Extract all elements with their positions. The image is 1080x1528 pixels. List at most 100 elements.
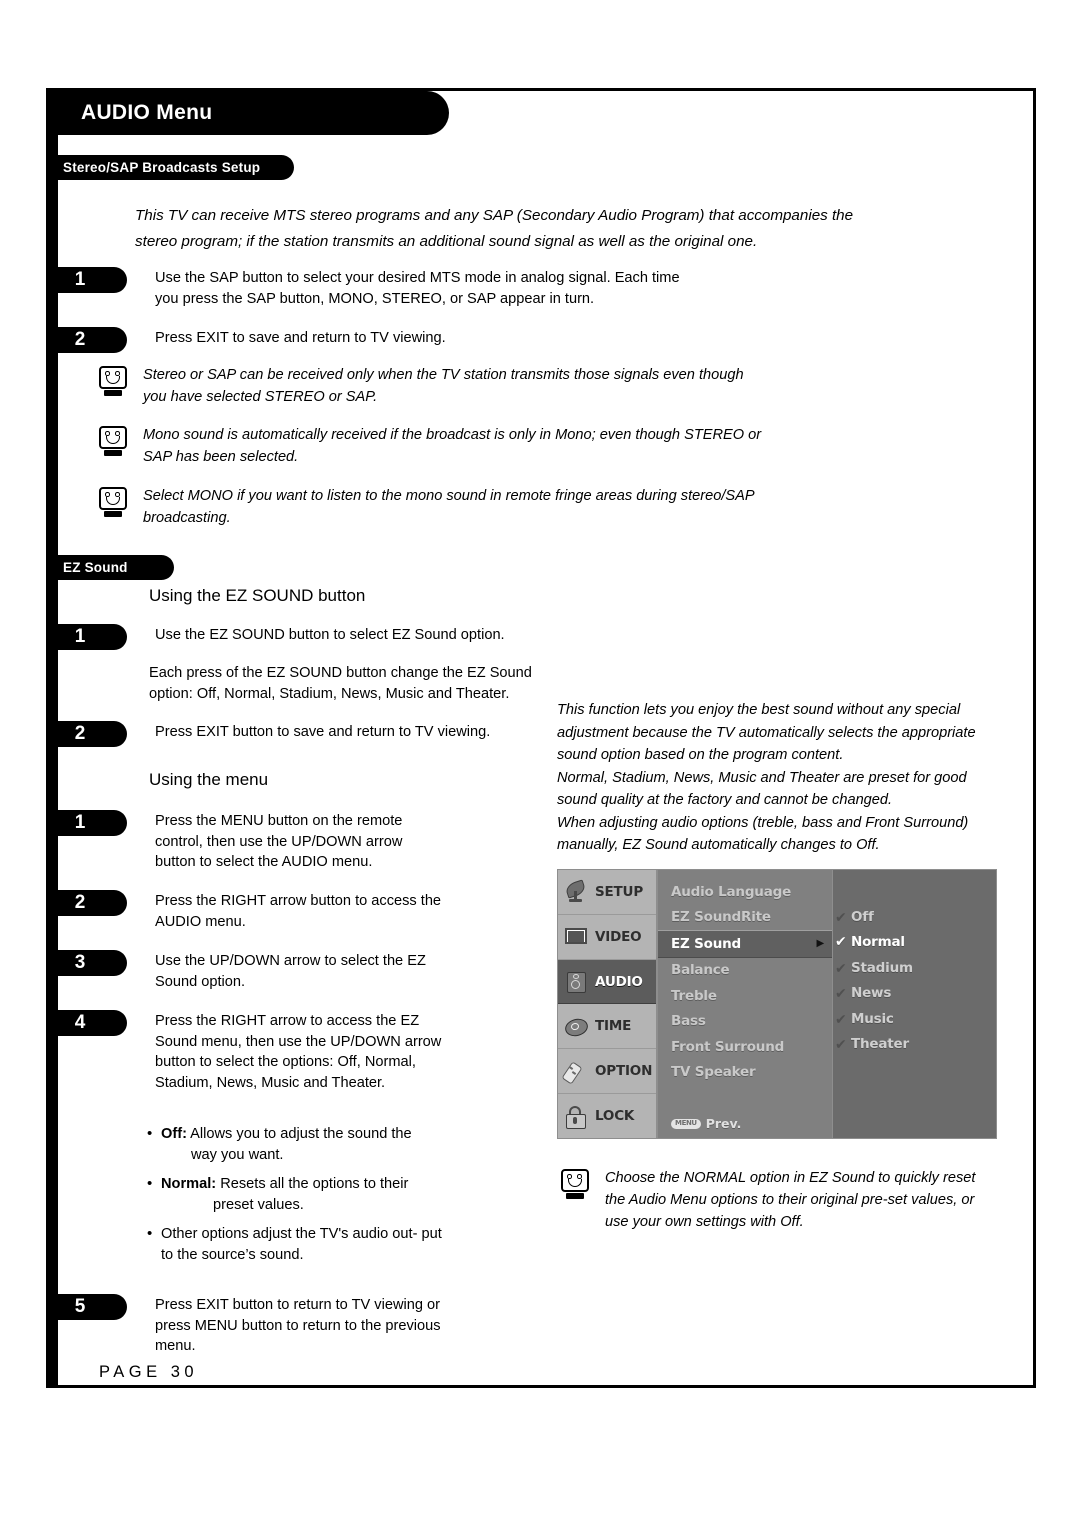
osd-option-label: Theater (851, 1036, 909, 1053)
osd-option-label: News (851, 985, 892, 1002)
monitor-icon (563, 925, 590, 948)
step-text: Press the RIGHT arrow to access the EZ S… (155, 1013, 442, 1091)
osd-menu-item-treble[interactable]: Treble (658, 983, 832, 1009)
note-row: Select MONO if you want to listen to the… (99, 487, 779, 529)
step-text: Press EXIT button to return to TV viewin… (155, 1297, 441, 1354)
note-row: Stereo or SAP can be received only when … (99, 366, 779, 408)
osd-sidebar-label: AUDIO (595, 973, 643, 990)
osd-prev-button[interactable]: MENU Prev. (671, 1116, 741, 1131)
bullet-dot: • (147, 1175, 153, 1192)
intro-paragraph: This TV can receive MTS stereo programs … (135, 207, 854, 250)
osd-option-theater[interactable]: ✔ Theater (833, 1032, 996, 1058)
bullet-dot: • (147, 1225, 153, 1242)
osd-sidebar-item-option[interactable]: OPTION (558, 1049, 656, 1095)
step-text: Use the UP/DOWN arrow to select the EZ S… (155, 953, 426, 990)
note-text: Choose the NORMAL option in EZ Sound to … (605, 1170, 976, 1230)
step-text: Use the EZ SOUND button to select EZ Sou… (155, 627, 505, 643)
osd-sidebar-item-setup[interactable]: SETUP (558, 870, 656, 915)
osd-option-stadium[interactable]: ✔ Stadium (833, 955, 996, 981)
osd-sidebar-label: LOCK (595, 1108, 635, 1125)
osd-sidebar-label: SETUP (595, 883, 644, 900)
osd-ez-sound-options: ✔ Off ✔ Normal ✔ Stadium ✔ News ✔ Music … (833, 869, 997, 1139)
osd-sidebar-item-lock[interactable]: LOCK (558, 1094, 656, 1138)
tv-smiley-icon (99, 366, 129, 396)
bullet-term: Off: (161, 1126, 187, 1142)
bullet-text-cont: way you want. (191, 1146, 284, 1163)
osd-menu-item-tv-speaker[interactable]: TV Speaker (658, 1060, 832, 1086)
bullet-text: Allows you to adjust the sound the (186, 1126, 412, 1142)
osd-sidebar-label: TIME (595, 1018, 632, 1035)
note-row: Mono sound is automatically received if … (99, 426, 779, 468)
chevron-right-icon: ▶ (816, 937, 825, 949)
step-text: Press EXIT to save and return to TV view… (155, 330, 446, 346)
osd-option-label: Stadium (851, 959, 913, 976)
osd-menu-item-front-surround[interactable]: Front Surround (658, 1034, 832, 1060)
step-number-badge: 1 (49, 810, 127, 836)
check-icon: ✔ (835, 934, 847, 951)
osd-menu-item-bass[interactable]: Bass (658, 1009, 832, 1035)
section-label-ez-sound: EZ Sound (49, 555, 174, 580)
step-number-badge: 2 (49, 327, 127, 353)
step-text: Press the MENU button on the remote cont… (155, 813, 403, 870)
step-number-badge: 4 (49, 1010, 127, 1036)
tv-osd-screenshot: SETUP VIDEO AUDIO TIME OPTION LOCK Audio… (557, 869, 997, 1139)
list-item: • Normal: Resets all the options to thei… (147, 1174, 457, 1215)
osd-audio-menu-list: Audio Language EZ SoundRite EZ Sound ▶ B… (657, 869, 833, 1139)
osd-menu-item-label: EZ Sound (671, 935, 741, 952)
osd-option-news[interactable]: ✔ News (833, 981, 996, 1007)
check-icon: ✔ (835, 959, 847, 976)
heading-using-the-menu: Using the menu (149, 770, 269, 789)
step-number-badge: 1 (49, 624, 127, 650)
osd-option-normal[interactable]: ✔ Normal (833, 930, 996, 956)
step-row: 2 Press the RIGHT arrow button to access… (49, 890, 488, 932)
osd-menu-item-ez-soundrite[interactable]: EZ SoundRite (658, 905, 832, 931)
remote-control-icon (561, 1060, 590, 1085)
section-label-stereo-sap: Stereo/SAP Broadcasts Setup (49, 155, 295, 180)
speaker-icon (563, 970, 590, 994)
osd-sidebar-label: OPTION (595, 1063, 653, 1080)
osd-menu-item-audio-language[interactable]: Audio Language (658, 879, 832, 905)
manual-page-frame: AUDIO Menu Stereo/SAP Broadcasts Setup T… (46, 88, 1036, 1388)
tv-smiley-icon (561, 1169, 591, 1199)
osd-sidebar-label: VIDEO (595, 928, 642, 945)
tv-smiley-icon (99, 426, 129, 456)
osd-sidebar: SETUP VIDEO AUDIO TIME OPTION LOCK (557, 869, 657, 1139)
satellite-dish-icon (563, 879, 590, 903)
bullet-dot: • (147, 1125, 153, 1142)
bullet-term: Normal: (161, 1176, 217, 1192)
bullet-text: Other options adjust the TV's audio out- (161, 1226, 418, 1242)
osd-menu-item-balance[interactable]: Balance (658, 958, 832, 984)
section-label-text: EZ Sound (63, 560, 128, 575)
osd-sidebar-item-audio[interactable]: AUDIO (558, 959, 656, 1005)
osd-sidebar-item-time[interactable]: TIME (558, 1004, 656, 1050)
note-text: Stereo or SAP can be received only when … (143, 367, 744, 405)
osd-menu-item-ez-sound[interactable]: EZ Sound ▶ (658, 930, 832, 958)
step-row: 2 Press EXIT button to save and return t… (49, 721, 618, 747)
heading-using-ez-sound-button: Using the EZ SOUND button (149, 586, 366, 605)
tv-smiley-icon (99, 487, 129, 517)
bullet-text-cont: preset values. (213, 1196, 304, 1213)
step-row: 4 Press the RIGHT arrow to access the EZ… (49, 1010, 488, 1093)
step-row: 3 Use the UP/DOWN arrow to select the EZ… (49, 950, 488, 992)
padlock-icon (563, 1105, 590, 1129)
check-icon: ✔ (835, 908, 847, 925)
step-text: Press the RIGHT arrow button to access t… (155, 893, 442, 930)
step-row: 1 Use the EZ SOUND button to select EZ S… (49, 624, 618, 650)
ez-sound-note: Each press of the EZ SOUND button change… (149, 665, 532, 702)
osd-sidebar-item-video[interactable]: VIDEO (558, 915, 656, 960)
list-item: • Off: Allows you to adjust the sound th… (147, 1124, 457, 1165)
note-text: Select MONO if you want to listen to the… (143, 488, 755, 526)
step-number-badge: 3 (49, 950, 127, 976)
step-number-badge: 1 (49, 267, 127, 293)
ez-sound-description: This function lets you enjoy the best so… (557, 702, 976, 853)
step-text: Use the SAP button to select your desire… (155, 270, 680, 307)
osd-option-label: Normal (851, 934, 905, 951)
osd-option-off[interactable]: ✔ Off (833, 904, 996, 930)
page-title: AUDIO Menu (81, 101, 213, 124)
check-icon: ✔ (835, 985, 847, 1002)
step-row: 1 Use the SAP button to select your desi… (49, 267, 698, 309)
section-label-text: Stereo/SAP Broadcasts Setup (63, 160, 261, 175)
osd-option-label: Off (851, 908, 874, 925)
osd-option-music[interactable]: ✔ Music (833, 1006, 996, 1032)
step-number-badge: 2 (49, 721, 127, 747)
